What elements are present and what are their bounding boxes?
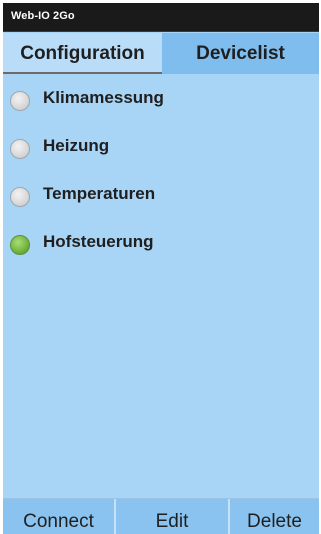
tab-bar: Configuration Devicelist (3, 33, 319, 74)
radio-indicator-icon (10, 91, 30, 111)
app-screen: Web-IO 2Go Configuration Devicelist Klim… (3, 3, 319, 534)
list-item[interactable]: Heizung (3, 127, 319, 175)
edit-button[interactable]: Edit (114, 499, 228, 534)
radio-indicator-icon (10, 235, 30, 255)
device-label: Temperaturen (43, 184, 156, 203)
tab-selected-indicator (3, 72, 162, 74)
app-title: Web-IO 2Go (11, 10, 75, 22)
device-list: Klimamessung Heizung Temperaturen Hofste… (3, 79, 319, 271)
list-item[interactable]: Temperaturen (3, 175, 319, 223)
radio-indicator-icon (10, 139, 30, 159)
device-label: Klimamessung (43, 88, 164, 107)
list-item[interactable]: Klimamessung (3, 79, 319, 127)
tab-configuration-label: Configuration (20, 42, 145, 64)
device-label: Hofsteuerung (43, 232, 154, 251)
connect-button[interactable]: Connect (3, 499, 114, 534)
bottom-action-bar: Connect Edit Delete (3, 498, 319, 534)
delete-button[interactable]: Delete (228, 499, 319, 534)
list-item[interactable]: Hofsteuerung (3, 223, 319, 271)
radio-indicator-icon (10, 187, 30, 207)
tab-devicelist-label: Devicelist (196, 42, 285, 64)
tab-configuration[interactable]: Configuration (3, 33, 162, 74)
tab-devicelist[interactable]: Devicelist (162, 33, 319, 74)
title-bar: Web-IO 2Go (3, 3, 319, 32)
device-label: Heizung (43, 136, 110, 155)
